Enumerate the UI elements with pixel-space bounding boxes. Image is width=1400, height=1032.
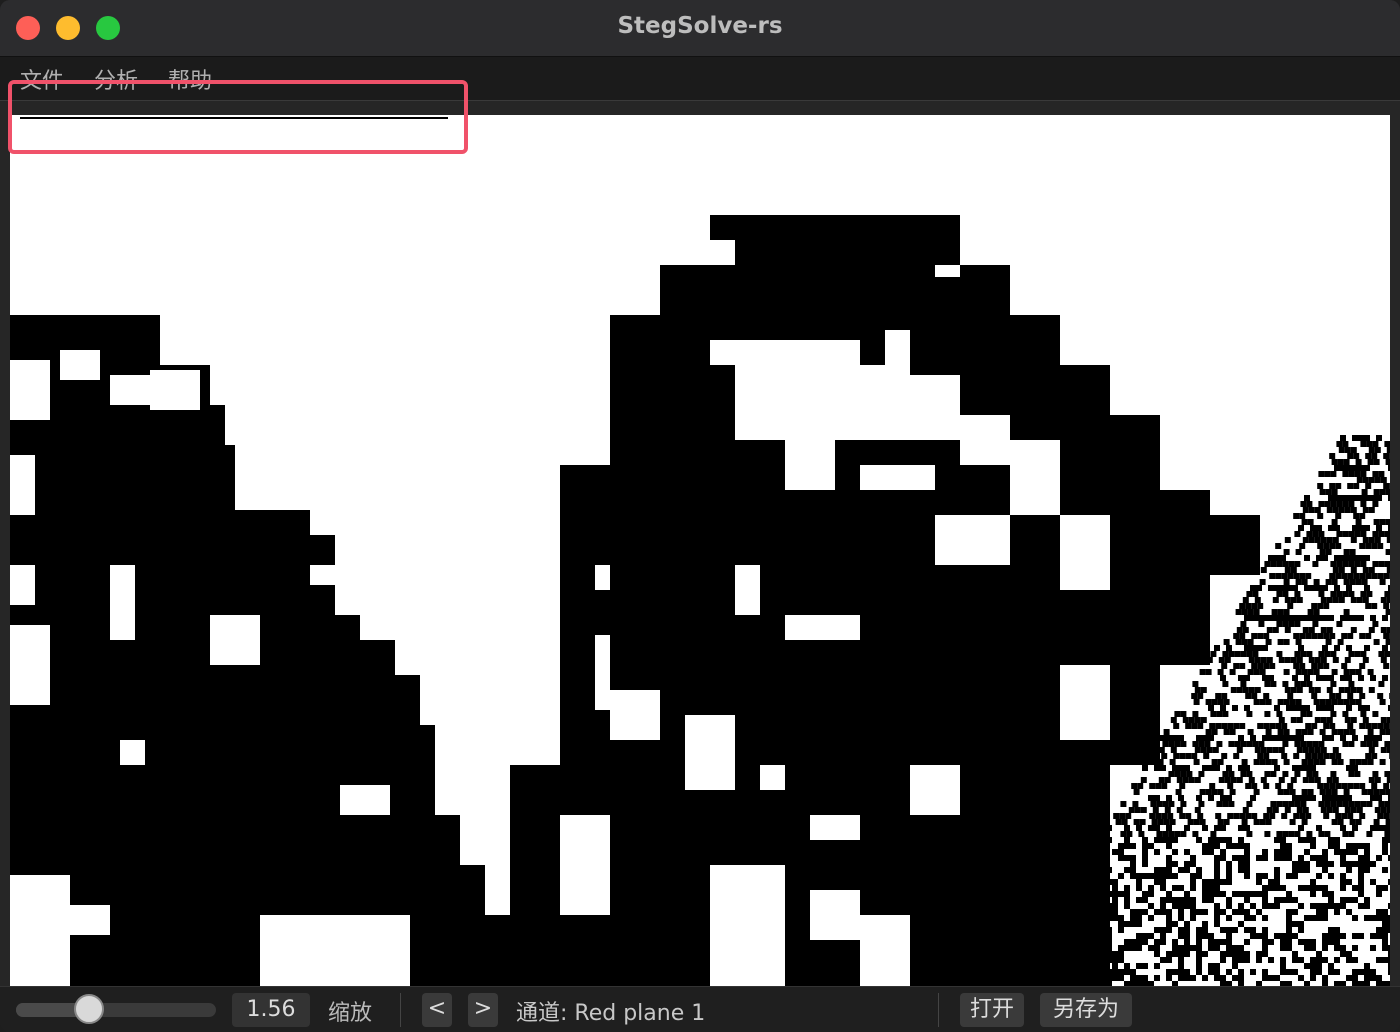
top-pixel-row (20, 117, 448, 119)
menu-bar: 文件 分析 帮助 (0, 57, 1400, 101)
status-bar: 1.56 缩放 < > 通道: Red plane 1 打开 另存为 (0, 986, 1400, 1032)
divider (938, 993, 939, 1027)
menu-file[interactable]: 文件 (20, 63, 64, 95)
window-title: StegSolve-rs (617, 13, 783, 39)
image-canvas[interactable] (10, 115, 1390, 986)
app-window: StegSolve-rs 文件 分析 帮助 1.56 缩放 < > 通道: Re… (0, 0, 1400, 1032)
previous-channel-button[interactable]: < (422, 993, 452, 1027)
zoom-slider[interactable] (16, 994, 216, 1024)
next-channel-button[interactable]: > (468, 993, 498, 1027)
zoom-slider-thumb[interactable] (73, 994, 104, 1024)
bit-plane-image (10, 117, 1390, 986)
menu-help[interactable]: 帮助 (168, 63, 212, 95)
menu-analyze[interactable]: 分析 (94, 63, 138, 95)
channel-label: 通道: Red plane 1 (516, 1001, 706, 1026)
zoom-value-field[interactable]: 1.56 (232, 993, 310, 1027)
save-as-button[interactable]: 另存为 (1040, 993, 1132, 1027)
open-button[interactable]: 打开 (960, 993, 1024, 1027)
zoom-label: 缩放 (328, 1001, 373, 1026)
title-bar: StegSolve-rs (0, 0, 1400, 57)
divider (400, 993, 401, 1027)
